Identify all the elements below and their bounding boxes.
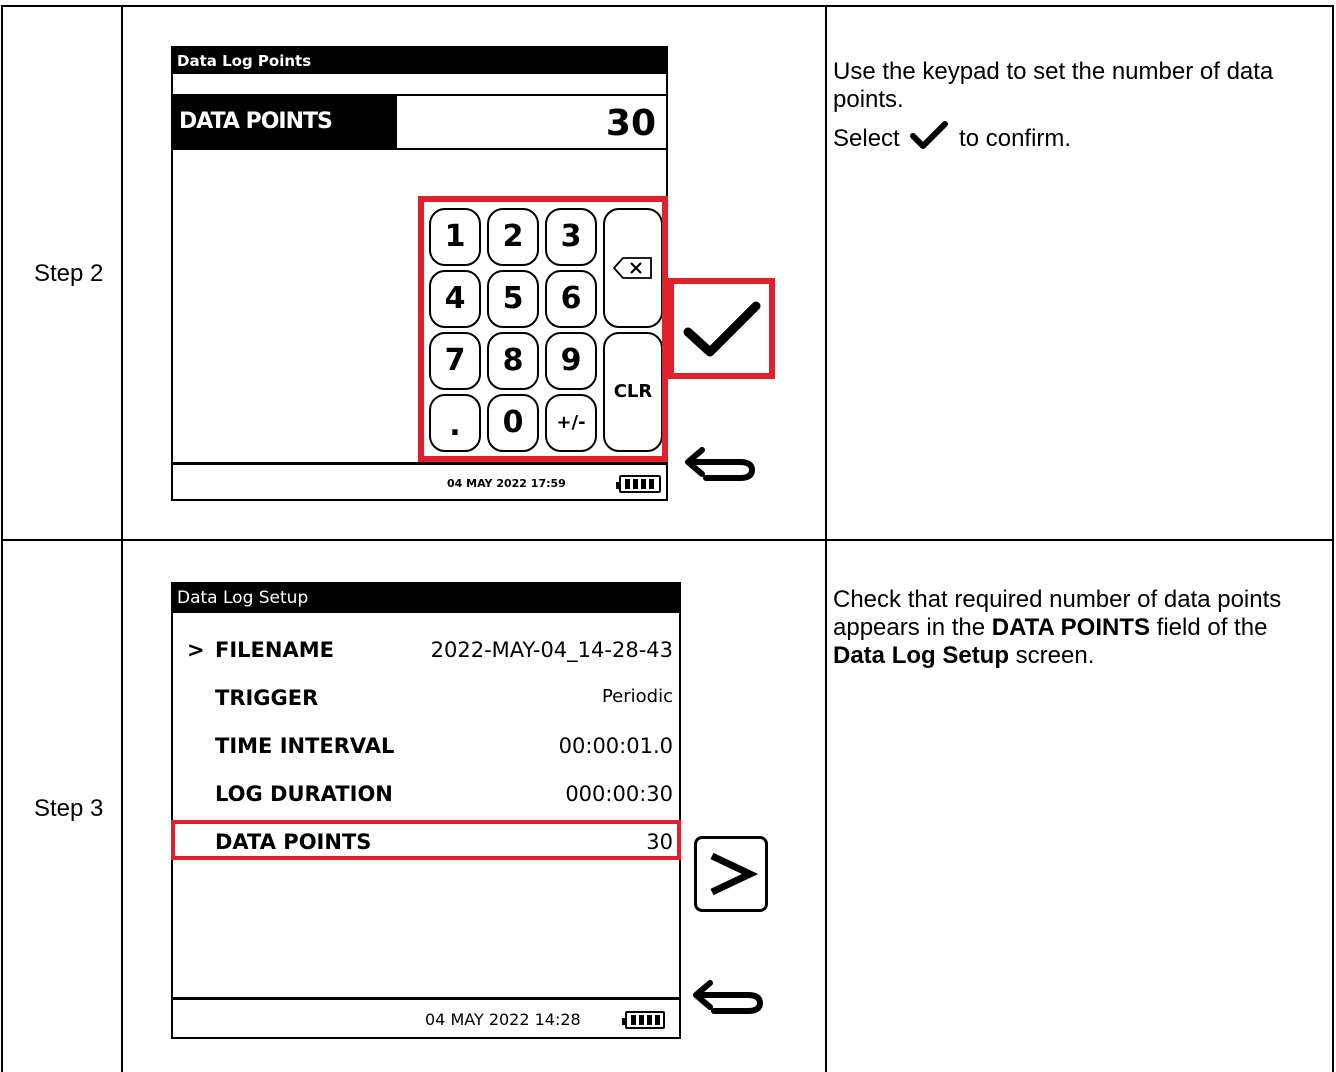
- status-divider: [173, 462, 666, 465]
- menu-value: 000:00:30: [565, 782, 673, 806]
- data-points-highlight: [171, 820, 681, 860]
- checkmark-icon: [910, 121, 949, 149]
- battery-icon: [616, 475, 661, 493]
- field-label: DATA POINTS: [173, 94, 397, 150]
- back-arrow-icon[interactable]: [682, 442, 762, 492]
- menu-row-filename[interactable]: > FILENAME 2022-MAY-04_14-28-43: [173, 636, 679, 666]
- menu-row-trigger[interactable]: TRIGGER Periodic: [173, 684, 679, 714]
- next-button[interactable]: [694, 836, 768, 912]
- menu-label: LOG DURATION: [215, 782, 393, 806]
- table-border-row: [1, 539, 1334, 541]
- select-word: Select: [833, 125, 900, 152]
- checkmark-icon[interactable]: [682, 300, 762, 360]
- menu-value: 2022-MAY-04_14-28-43: [430, 638, 673, 662]
- chevron-right-icon: [710, 852, 759, 896]
- selected-chevron-icon: >: [187, 638, 205, 662]
- status-date: 04 MAY 2022 17:59: [447, 477, 566, 490]
- menu-label: TRIGGER: [215, 686, 319, 710]
- device-screen: Data Log Setup > FILENAME 2022-MAY-04_14…: [171, 582, 681, 1039]
- table-border-top: [1, 5, 1334, 7]
- back-arrow-icon[interactable]: [690, 975, 770, 1025]
- status-divider: [173, 997, 679, 1000]
- menu-label: FILENAME: [215, 638, 334, 662]
- instruction-text: screen.: [1009, 642, 1095, 669]
- data-points-value[interactable]: 30: [397, 94, 668, 150]
- menu-value: Periodic: [601, 686, 673, 707]
- screen-title: Data Log Setup: [173, 584, 679, 613]
- menu-row-time-interval[interactable]: TIME INTERVAL 00:00:01.0: [173, 732, 679, 762]
- menu-row-log-duration[interactable]: LOG DURATION 000:00:30: [173, 780, 679, 810]
- step-2-instructions: Use the keypad to set the number of data…: [833, 58, 1313, 153]
- instruction-text: field of the: [1150, 614, 1268, 641]
- instruction-bold: DATA POINTS: [991, 614, 1150, 641]
- step-label: Step 3: [34, 795, 104, 822]
- instruction-line: Use the keypad to set the number of data…: [833, 58, 1274, 113]
- step-3-instructions: Check that required number of data point…: [833, 586, 1313, 670]
- screen-title: Data Log Points: [173, 48, 666, 74]
- status-date: 04 MAY 2022 14:28: [425, 1010, 581, 1029]
- menu-value: 00:00:01.0: [558, 734, 673, 758]
- instruction-bold: Data Log Setup: [833, 642, 1010, 669]
- step-label: Step 2: [34, 260, 104, 287]
- confirm-text: to confirm.: [959, 125, 1072, 152]
- keypad-highlight: [418, 196, 668, 462]
- battery-icon: [622, 1011, 665, 1029]
- menu-label: TIME INTERVAL: [215, 734, 395, 758]
